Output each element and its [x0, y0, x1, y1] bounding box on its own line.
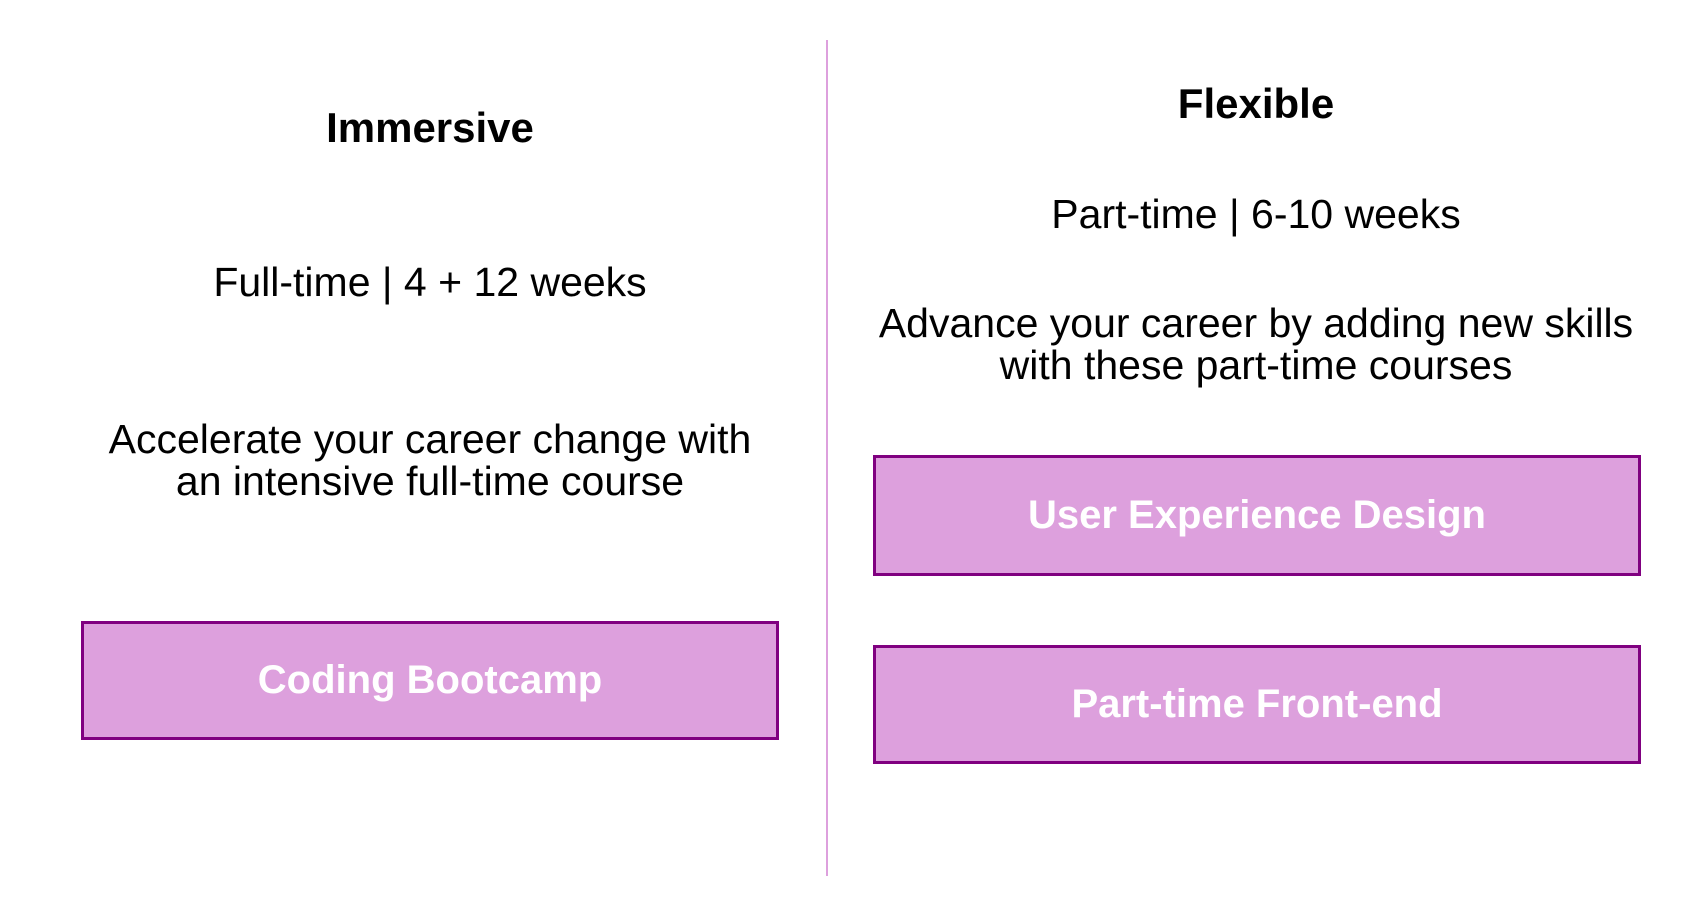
flexible-description: Advance your career by adding new skills… — [872, 302, 1640, 386]
flexible-description-line-1: Advance your career by adding new skills — [878, 300, 1634, 346]
immersive-description-line-1: Accelerate your career change with — [108, 416, 752, 462]
user-experience-design-button[interactable]: User Experience Design — [873, 455, 1641, 576]
immersive-description: Accelerate your career change with an in… — [80, 418, 780, 502]
coding-bootcamp-button[interactable]: Coding Bootcamp — [81, 621, 779, 740]
part-time-front-end-button[interactable]: Part-time Front-end — [873, 645, 1641, 764]
immersive-schedule: Full-time | 4 + 12 weeks — [213, 259, 647, 305]
flexible-schedule: Part-time | 6-10 weeks — [1051, 191, 1461, 237]
column-divider — [826, 40, 828, 876]
course-options-page: Immersive Full-time | 4 + 12 weeks Accel… — [0, 0, 1708, 906]
flexible-description-line-2: with these part-time courses — [999, 342, 1513, 388]
immersive-description-line-2: an intensive full-time course — [175, 458, 685, 504]
immersive-heading: Immersive — [326, 104, 534, 151]
flexible-heading: Flexible — [1177, 80, 1335, 127]
